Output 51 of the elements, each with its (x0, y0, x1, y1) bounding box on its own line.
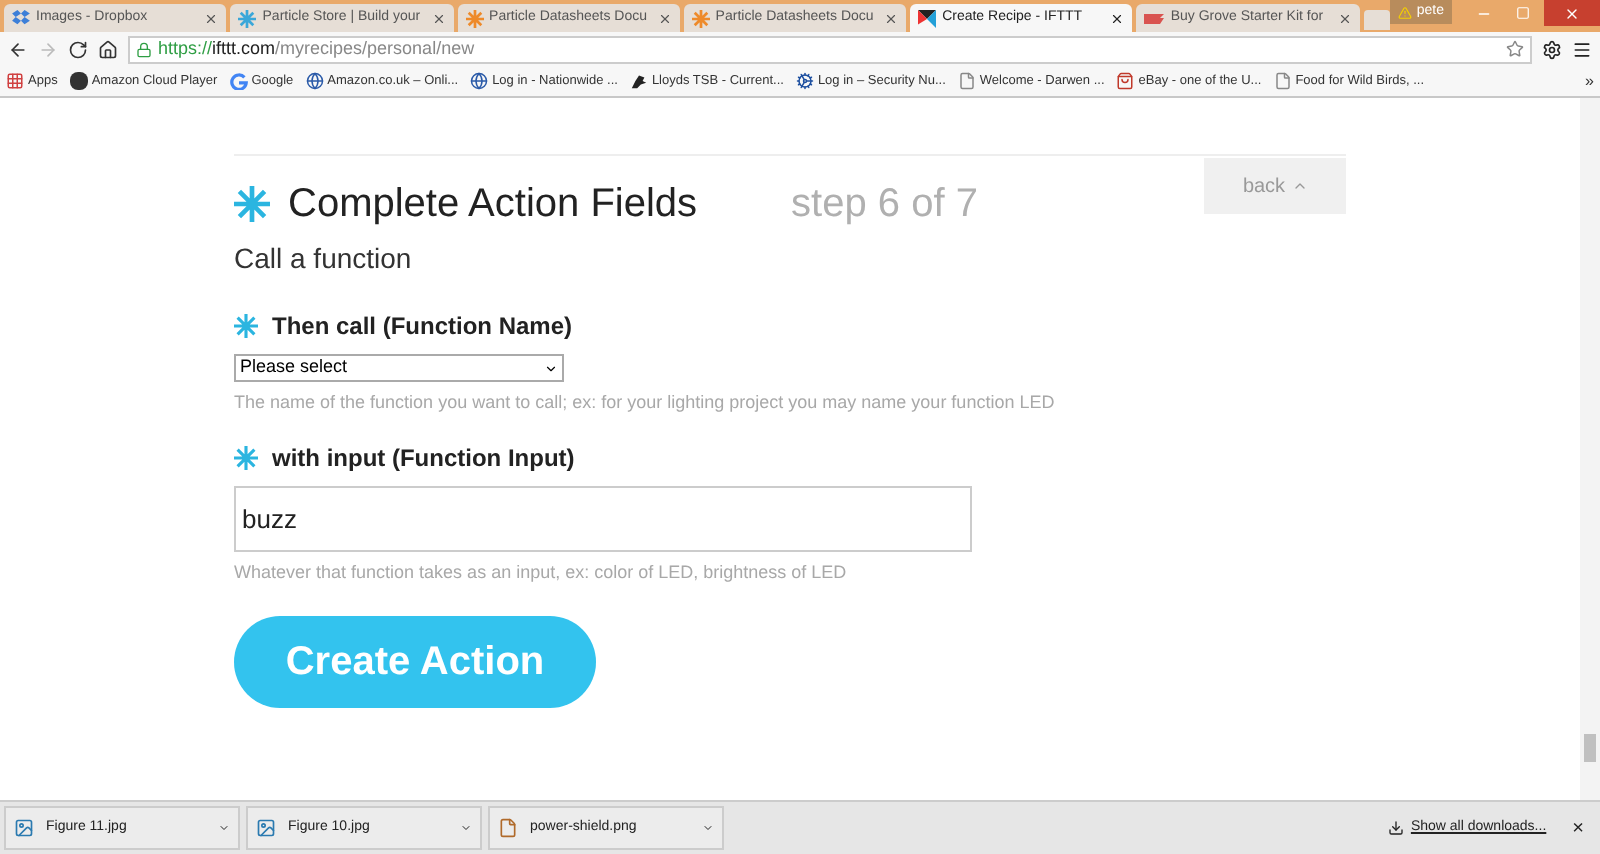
spark-icon (238, 9, 257, 27)
close-button[interactable] (1543, 0, 1600, 26)
caret-icon (702, 822, 714, 834)
box-icon (12, 10, 30, 26)
google-icon (229, 72, 248, 90)
spark-icon (234, 186, 270, 222)
maximize-icon (1516, 6, 1531, 20)
page-icon (957, 72, 976, 90)
field-hint: The name of the function you want to call; ex: for your lighting project you may name your function LED (234, 390, 1057, 416)
spark-icon (234, 314, 258, 338)
function-select[interactable]: Please select (234, 354, 564, 382)
caret-icon (218, 822, 230, 834)
caret-icon (460, 822, 472, 834)
image-icon (14, 818, 34, 838)
file-icon (498, 818, 518, 838)
warning-icon (1398, 5, 1413, 19)
gear-icon (795, 72, 814, 90)
globe-icon (305, 72, 324, 90)
settings-icon[interactable] (1542, 39, 1562, 59)
input-field[interactable]: buzz (234, 485, 972, 551)
step-indicator: step 6 of 7 (791, 180, 978, 230)
field-label: Then call (Function Name) (272, 310, 573, 344)
more-bookmarks-button[interactable]: » (1585, 69, 1594, 93)
subtitle: Call a function (234, 240, 414, 278)
spark-icon (234, 445, 258, 469)
field-label: with input (Function Input) (272, 441, 575, 475)
home-icon[interactable] (98, 39, 118, 59)
caret-icon (544, 361, 558, 375)
close-icon (1563, 5, 1580, 21)
bag-icon (1116, 72, 1135, 90)
address-bar[interactable]: https://ifttt.com/myrecipes/personal/new (128, 35, 1532, 63)
spark-icon (691, 9, 710, 27)
back-icon[interactable] (8, 39, 28, 59)
image-icon (256, 818, 276, 838)
caret-icon (1291, 178, 1308, 194)
lock-icon (136, 41, 152, 57)
reload-icon[interactable] (68, 39, 88, 59)
close-icon[interactable] (1110, 11, 1125, 25)
field-hint: Whatever that function takes as an input, ex: color of LED, brightness of LED (234, 559, 849, 586)
logo-icon (918, 9, 937, 27)
spark-icon (465, 9, 484, 27)
url-text: https://ifttt.com/myrecipes/personal/new (158, 35, 475, 62)
page-icon (1273, 72, 1292, 90)
flag-icon (1144, 11, 1165, 25)
page-title: Complete Action Fields (288, 180, 698, 230)
menu-icon[interactable] (1572, 39, 1592, 59)
close-downloads-button[interactable]: × (1572, 813, 1584, 843)
download-icon (1388, 820, 1405, 836)
apps-icon (6, 72, 24, 90)
bookmark-star-icon[interactable] (1506, 40, 1524, 58)
globe-icon (470, 72, 489, 90)
